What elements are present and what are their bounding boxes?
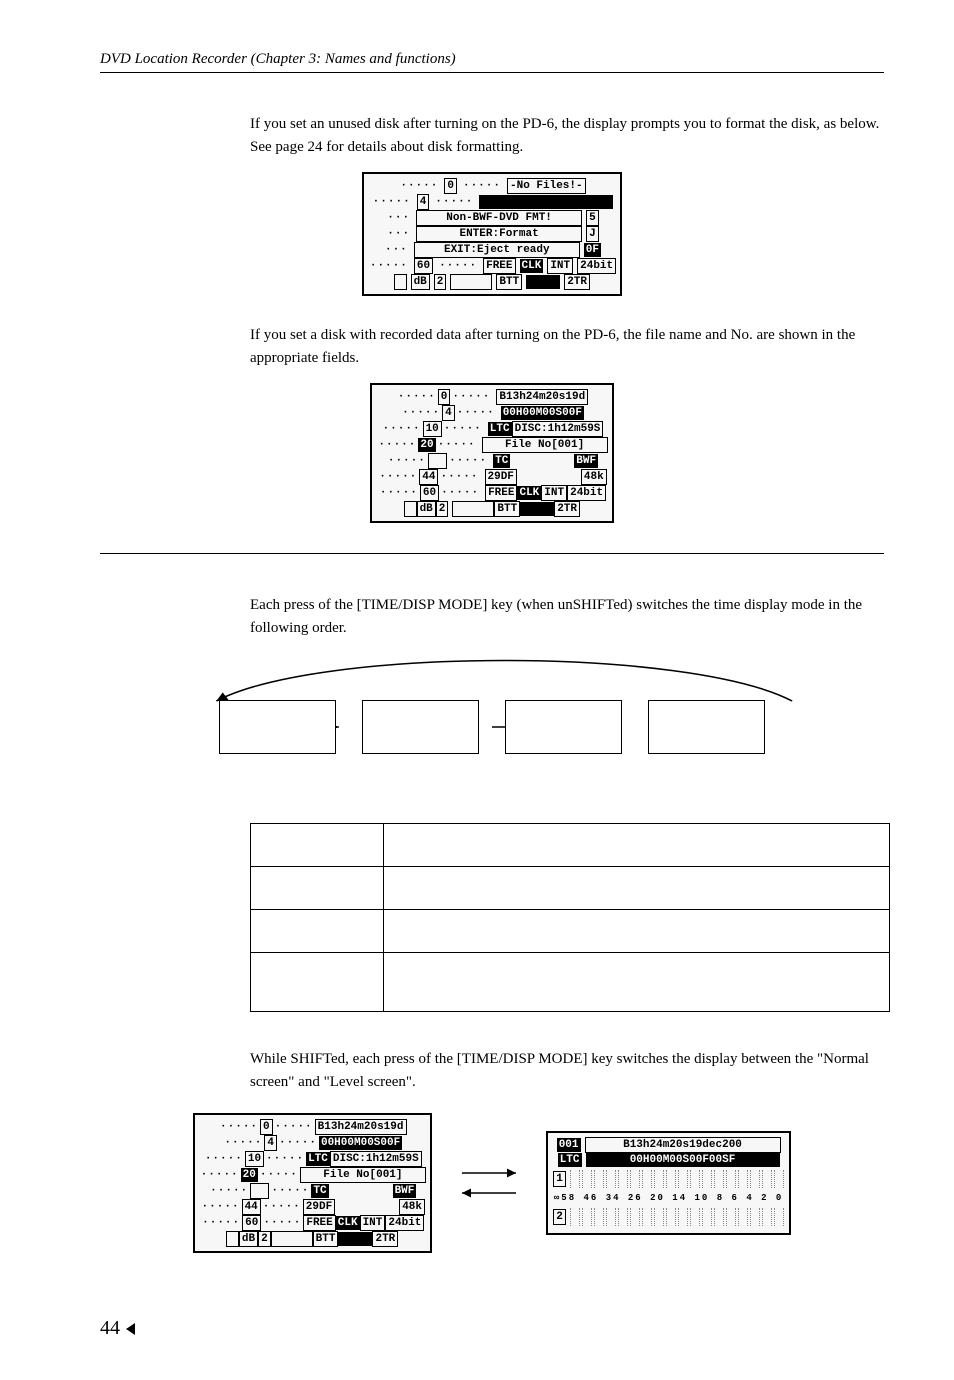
paragraph-2: If you set a disk with recorded data aft… xyxy=(250,324,884,369)
lcd-normal-screen: ·····0·····B13h24m20s19d ·····4·····00H0… xyxy=(193,1113,432,1253)
table-cell xyxy=(251,824,384,867)
header-title: DVD Location Recorder (Chapter 3: Names … xyxy=(100,51,456,67)
lcd-level-screen: 001 B13h24m20s19dec200 LTC 00H00M00S00F0… xyxy=(546,1131,791,1235)
time-mode-table xyxy=(250,823,890,1012)
paragraph-1: If you set an unused disk after turning … xyxy=(250,113,884,158)
table-cell xyxy=(251,867,384,910)
table-cell xyxy=(251,953,384,1012)
lcd-figure-file-loaded: ·····0····· B13h24m20s19d ·····4····· 00… xyxy=(100,383,884,523)
table-cell xyxy=(251,910,384,953)
flow-box-3 xyxy=(505,700,622,754)
flow-box-1 xyxy=(219,700,336,754)
time-mode-flow-diagram xyxy=(100,657,884,797)
paragraph-4: While SHIFTed, each press of the [TIME/D… xyxy=(250,1048,884,1093)
table-cell xyxy=(384,867,890,910)
bidirectional-arrow-icon xyxy=(454,1153,524,1213)
paragraph-3: Each press of the [TIME/DISP MODE] key (… xyxy=(250,594,884,639)
triangle-left-icon xyxy=(126,1323,135,1335)
lcd-toggle-figure: ·····0·····B13h24m20s19d ·····4·····00H0… xyxy=(100,1113,884,1253)
table-cell xyxy=(384,910,890,953)
section-divider xyxy=(100,553,884,554)
flow-box-2 xyxy=(362,700,479,754)
table-cell xyxy=(384,953,890,1012)
table-cell xyxy=(384,824,890,867)
page-header: DVD Location Recorder (Chapter 3: Names … xyxy=(100,50,884,73)
page-number: 44 xyxy=(100,1293,884,1340)
flow-box-4 xyxy=(648,700,765,754)
page-number-value: 44 xyxy=(100,1317,120,1340)
lcd-figure-no-files: ····· 0 ····· -No Files!- ····· 4 ····· … xyxy=(100,172,884,296)
